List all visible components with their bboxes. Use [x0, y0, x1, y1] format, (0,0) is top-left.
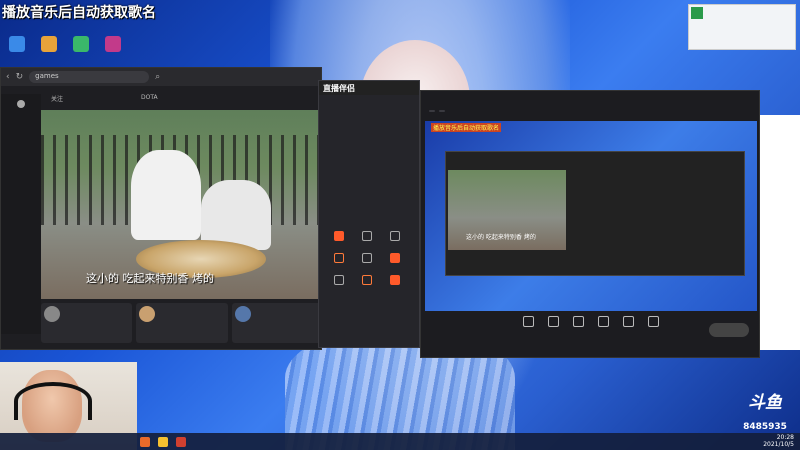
headphones	[14, 382, 92, 420]
tab-follow[interactable]: 关注	[51, 94, 63, 103]
toolbar-icon	[573, 316, 584, 327]
browser-sidebar	[1, 94, 41, 334]
panel-header: 直播伴侣	[319, 81, 419, 95]
stream-overlay-title: 播放音乐后自动获取歌名	[2, 5, 156, 21]
nested-subtitle: 这小的 吃起来特别香 烤的	[466, 234, 536, 241]
stream-card[interactable]	[231, 303, 323, 343]
taskbar: 20:28 2021/10/5	[0, 433, 800, 450]
computer-icon	[9, 36, 25, 52]
video-person-1	[131, 150, 201, 240]
desktop-icon-1[interactable]	[2, 36, 32, 54]
taskbar-clock[interactable]: 20:28 2021/10/5	[763, 434, 794, 448]
tool-icon	[362, 231, 372, 241]
tool-icon	[390, 231, 400, 241]
toolbar-icon	[548, 316, 559, 327]
tool-icon	[334, 253, 344, 263]
refresh-icon[interactable]: ↻	[16, 72, 24, 82]
tool-item[interactable]	[353, 231, 381, 243]
recommend-cards	[41, 303, 323, 343]
douyu-room-badge: 斗鱼 8485935	[735, 388, 795, 434]
taskbar-app-icon[interactable]	[176, 436, 186, 447]
stream-card[interactable]	[136, 303, 228, 343]
clock-date: 2021/10/5	[763, 441, 794, 448]
desktop-icon-3[interactable]	[66, 36, 96, 54]
live-companion-panel: 直播伴侣	[318, 80, 420, 348]
taskbar-app-icon[interactable]	[158, 436, 168, 447]
app-icon	[41, 36, 57, 52]
tool-item[interactable]	[325, 231, 353, 243]
category-tabs: 关注 DOTA	[51, 94, 158, 103]
stream-preview-window: 播放音乐后自动获取歌名 这小的 吃起来特别香 烤的	[420, 90, 760, 358]
toolbar-button[interactable]	[573, 316, 584, 352]
tool-item[interactable]	[353, 275, 381, 287]
douyu-browser-window: ‹ ↻ games ⌕ 关注 DOTA 这小的 吃起来特别香 烤的	[0, 67, 323, 350]
search-icon[interactable]: ⌕	[155, 72, 160, 82]
toolbar-button[interactable]	[548, 316, 559, 352]
back-icon[interactable]: ‹	[6, 72, 10, 82]
toolbar-button[interactable]	[523, 316, 534, 352]
search-input[interactable]: games	[29, 71, 150, 83]
toolbar-icon	[623, 316, 634, 327]
desktop-icon-2[interactable]	[34, 36, 64, 54]
avatar	[234, 306, 251, 322]
tab-dota[interactable]: DOTA	[141, 94, 158, 103]
preview-tags	[429, 110, 445, 112]
stream-card[interactable]	[41, 303, 133, 343]
badge-room-number: 8485935	[743, 422, 787, 432]
toolbar-icon	[648, 316, 659, 327]
preview-overlay-text: 播放音乐后自动获取歌名	[431, 123, 502, 132]
tool-item[interactable]	[381, 231, 409, 243]
preview-toolbar	[425, 316, 757, 352]
tool-item[interactable]	[325, 275, 353, 287]
tools-grid	[325, 231, 409, 287]
tool-icon	[390, 253, 400, 263]
start-live-button[interactable]	[709, 323, 749, 337]
avatar	[139, 306, 156, 322]
tool-item[interactable]	[381, 275, 409, 287]
preview-tag[interactable]	[429, 110, 435, 112]
avatar	[44, 306, 60, 322]
live-video-player[interactable]: 这小的 吃起来特别香 烤的	[41, 110, 323, 299]
tool-item[interactable]	[325, 253, 353, 265]
logo-icon	[17, 100, 25, 108]
side-chat-window[interactable]	[760, 115, 800, 350]
tool-item[interactable]	[381, 253, 409, 265]
tool-icon	[390, 275, 400, 285]
nested-video: 这小的 吃起来特别香 烤的	[448, 170, 566, 250]
tool-icon	[362, 275, 372, 285]
browser-titlebar: ‹ ↻ games ⌕	[1, 68, 321, 86]
preview-tag[interactable]	[439, 110, 445, 112]
nested-screen: 这小的 吃起来特别香 烤的	[445, 151, 745, 276]
video-subtitle: 这小的 吃起来特别香 烤的	[86, 272, 214, 285]
desktop-icon-4[interactable]	[98, 36, 128, 54]
toolbar-button[interactable]	[598, 316, 609, 352]
app-icon	[73, 36, 89, 52]
panel-brand: 直播伴侣	[323, 83, 355, 93]
taskbar-app-icon[interactable]	[140, 436, 150, 447]
preview-canvas[interactable]: 播放音乐后自动获取歌名 这小的 吃起来特别香 烤的	[425, 121, 757, 311]
toolbar-button[interactable]	[623, 316, 634, 352]
notification-icon	[691, 7, 703, 19]
tool-icon	[362, 253, 372, 263]
toolbar-button[interactable]	[648, 316, 659, 352]
tool-item[interactable]	[353, 253, 381, 265]
badge-brand: 斗鱼	[748, 393, 782, 413]
toolbar-icon	[523, 316, 534, 327]
clock-time: 20:28	[776, 434, 794, 441]
toolbar-icon	[598, 316, 609, 327]
notification-popup[interactable]	[688, 4, 796, 50]
tool-icon	[334, 231, 344, 241]
tool-icon	[334, 275, 344, 285]
app-icon	[105, 36, 121, 52]
